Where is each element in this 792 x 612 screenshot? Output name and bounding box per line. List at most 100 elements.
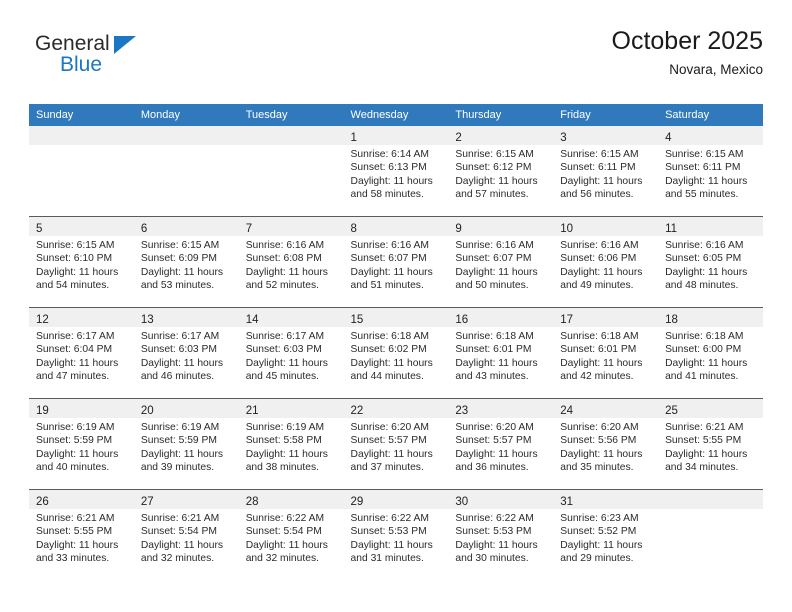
sunrise-text: Sunrise: 6:22 AM (245, 513, 325, 524)
day-number-band: 4 (658, 126, 763, 145)
day-number: 27 (140, 496, 154, 508)
page-title: October 2025 (611, 27, 764, 55)
calendar-day-cell[interactable]: 13 Sunrise: 6:17 AM Sunset: 6:03 PM Dayligh… (133, 307, 239, 399)
calendar-day-cell[interactable]: 1 Sunrise: 6:14 AM Sunset: 6:13 PM Daylight… (343, 126, 449, 217)
day-detail-block: Sunrise: 6:19 AM Sunset: 5:59 PM Daylight:… (29, 418, 134, 475)
day-number: 11 (665, 223, 678, 235)
daylight-text: Daylight: 11 hours (455, 357, 538, 369)
daylight-text: Daylight: 11 hours (455, 539, 538, 551)
sunset-text: Sunset: 6:00 PM (665, 344, 742, 356)
calendar-day-cell[interactable]: 17 Sunrise: 6:18 AM Sunset: 6:01 PM Dayligh… (553, 307, 659, 399)
day-number: 14 (245, 314, 259, 326)
calendar-day-cell[interactable]: 18 Sunrise: 6:18 AM Sunset: 6:00 PM Dayligh… (658, 307, 763, 399)
calendar-day-cell[interactable]: 25 Sunrise: 6:21 AM Sunset: 5:55 PM Dayligh… (658, 398, 763, 490)
sunset-text: Sunset: 6:06 PM (560, 253, 637, 265)
day-number: 16 (455, 314, 469, 326)
day-detail-block (239, 145, 344, 148)
calendar-day-cell[interactable]: 2 Sunrise: 6:15 AM Sunset: 6:12 PM Daylight… (448, 126, 554, 217)
calendar-day-cell[interactable]: 8 Sunrise: 6:16 AM Sunset: 6:07 PM Daylight… (343, 216, 449, 308)
daylight-text: Daylight: 11 hours (455, 175, 538, 187)
day-number: 18 (665, 314, 678, 326)
weekday-header-sunday: Sunday (29, 104, 134, 126)
sunset-text: Sunset: 6:10 PM (36, 253, 113, 265)
day-number: 5 (36, 223, 43, 235)
calendar-day-cell[interactable]: 21 Sunrise: 6:19 AM Sunset: 5:58 PM Dayligh… (238, 398, 344, 490)
calendar-day-cell[interactable]: 23 Sunrise: 6:20 AM Sunset: 5:57 PM Dayligh… (448, 398, 554, 490)
sunrise-text: Sunrise: 6:21 AM (665, 422, 744, 433)
calendar-day-cell[interactable]: 16 Sunrise: 6:18 AM Sunset: 6:01 PM Dayligh… (448, 307, 554, 399)
calendar-day-cell[interactable]: 19 Sunrise: 6:19 AM Sunset: 5:59 PM Dayligh… (29, 398, 134, 490)
day-number-band: 14 (238, 308, 344, 327)
weekday-header-thursday: Thursday (448, 104, 554, 126)
day-detail-block: Sunrise: 6:23 AM Sunset: 5:52 PM Daylight:… (553, 509, 658, 566)
day-number-band (658, 490, 763, 509)
daylight-text: Daylight: 11 hours (665, 448, 748, 460)
day-number: 6 (140, 223, 148, 235)
calendar-day-cell[interactable]: 4 Sunrise: 6:15 AM Sunset: 6:11 PM Daylight… (658, 126, 763, 217)
day-number: 29 (350, 496, 364, 508)
sunrise-text: Sunrise: 6:21 AM (36, 513, 115, 524)
calendar-day-cell[interactable]: 15 Sunrise: 6:18 AM Sunset: 6:02 PM Dayligh… (343, 307, 449, 399)
daylight-text: and 39 minutes. (140, 462, 215, 474)
sunrise-text: Sunrise: 6:14 AM (350, 149, 429, 160)
day-detail-block: Sunrise: 6:22 AM Sunset: 5:54 PM Daylight:… (239, 509, 344, 566)
calendar-day-cell[interactable]: 30 Sunrise: 6:22 AM Sunset: 5:53 PM Dayligh… (448, 489, 554, 580)
calendar-day-cell[interactable]: 31 Sunrise: 6:23 AM Sunset: 5:52 PM Dayligh… (553, 489, 659, 580)
day-number-band: 26 (29, 490, 134, 509)
calendar-day-cell[interactable]: 9 Sunrise: 6:16 AM Sunset: 6:07 PM Daylight… (448, 216, 554, 308)
day-number-band: 10 (553, 217, 659, 236)
calendar-day-cell[interactable]: 7 Sunrise: 6:16 AM Sunset: 6:08 PM Daylight… (238, 216, 344, 308)
sunrise-text: Sunrise: 6:19 AM (36, 422, 115, 433)
calendar-day-cell-empty (658, 489, 763, 580)
calendar-day-cell[interactable]: 3 Sunrise: 6:15 AM Sunset: 6:11 PM Daylight… (553, 126, 659, 217)
day-detail-block: Sunrise: 6:16 AM Sunset: 6:07 PM Daylight:… (344, 236, 449, 293)
calendar-day-cell[interactable]: 29 Sunrise: 6:22 AM Sunset: 5:53 PM Dayligh… (343, 489, 449, 580)
calendar-week-row: 5 Sunrise: 6:15 AM Sunset: 6:10 PM Daylight… (29, 216, 763, 308)
day-number: 26 (36, 496, 49, 508)
day-number: 1 (350, 132, 357, 144)
calendar-day-cell[interactable]: 27 Sunrise: 6:21 AM Sunset: 5:54 PM Dayligh… (133, 489, 239, 580)
calendar-table: Sunday Monday Tuesday Wednesday Thursday Frid… (29, 104, 763, 580)
daylight-text: Daylight: 11 hours (560, 175, 643, 187)
calendar-day-cell[interactable]: 11 Sunrise: 6:16 AM Sunset: 6:05 PM Dayligh… (658, 216, 763, 308)
sunrise-text: Sunrise: 6:18 AM (665, 331, 744, 342)
calendar-day-cell[interactable]: 5 Sunrise: 6:15 AM Sunset: 6:10 PM Daylight… (29, 216, 134, 308)
daylight-text: Daylight: 11 hours (560, 448, 643, 460)
sunset-text: Sunset: 6:05 PM (665, 253, 742, 265)
day-number-band: 22 (343, 399, 449, 418)
day-number: 20 (140, 405, 154, 417)
calendar-day-cell[interactable]: 20 Sunrise: 6:19 AM Sunset: 5:59 PM Dayligh… (133, 398, 239, 490)
calendar-day-cell[interactable]: 24 Sunrise: 6:20 AM Sunset: 5:56 PM Dayligh… (553, 398, 659, 490)
daylight-text: and 50 minutes. (455, 280, 529, 292)
day-number-band (29, 126, 134, 145)
sunrise-text: Sunrise: 6:15 AM (665, 149, 744, 160)
day-detail-block: Sunrise: 6:15 AM Sunset: 6:09 PM Daylight:… (134, 236, 239, 293)
day-number-band: 18 (658, 308, 763, 327)
calendar-day-cell[interactable]: 22 Sunrise: 6:20 AM Sunset: 5:57 PM Dayligh… (343, 398, 449, 490)
day-number: 21 (245, 405, 259, 417)
sunrise-text: Sunrise: 6:22 AM (350, 513, 429, 524)
day-detail-block: Sunrise: 6:17 AM Sunset: 6:03 PM Daylight:… (134, 327, 239, 384)
calendar-day-cell-empty (133, 126, 239, 217)
day-number-band: 30 (448, 490, 554, 509)
day-number-band: 25 (658, 399, 763, 418)
daylight-text: and 46 minutes. (140, 371, 215, 383)
daylight-text: and 34 minutes. (665, 462, 739, 474)
daylight-text: Daylight: 11 hours (140, 266, 224, 278)
daylight-text: Daylight: 11 hours (665, 357, 748, 369)
daylight-text: Daylight: 11 hours (350, 448, 433, 460)
calendar-day-cell[interactable]: 14 Sunrise: 6:17 AM Sunset: 6:03 PM Dayligh… (238, 307, 344, 399)
day-detail-block: Sunrise: 6:16 AM Sunset: 6:05 PM Daylight:… (658, 236, 763, 293)
sunset-text: Sunset: 5:59 PM (36, 435, 113, 447)
brand-logo[interactable]: General Blue (29, 32, 249, 88)
calendar-day-cell[interactable]: 12 Sunrise: 6:17 AM Sunset: 6:04 PM Dayligh… (29, 307, 134, 399)
calendar-day-cell[interactable]: 6 Sunrise: 6:15 AM Sunset: 6:09 PM Daylight… (133, 216, 239, 308)
day-number: 23 (455, 405, 469, 417)
calendar-day-cell[interactable]: 28 Sunrise: 6:22 AM Sunset: 5:54 PM Dayligh… (238, 489, 344, 580)
calendar-day-cell[interactable]: 26 Sunrise: 6:21 AM Sunset: 5:55 PM Dayligh… (29, 489, 134, 580)
calendar-day-cell[interactable]: 10 Sunrise: 6:16 AM Sunset: 6:06 PM Dayligh… (553, 216, 659, 308)
day-number: 12 (36, 314, 49, 326)
daylight-text: and 29 minutes. (560, 553, 634, 565)
triangle-icon (114, 36, 136, 54)
sunset-text: Sunset: 6:12 PM (455, 162, 532, 174)
